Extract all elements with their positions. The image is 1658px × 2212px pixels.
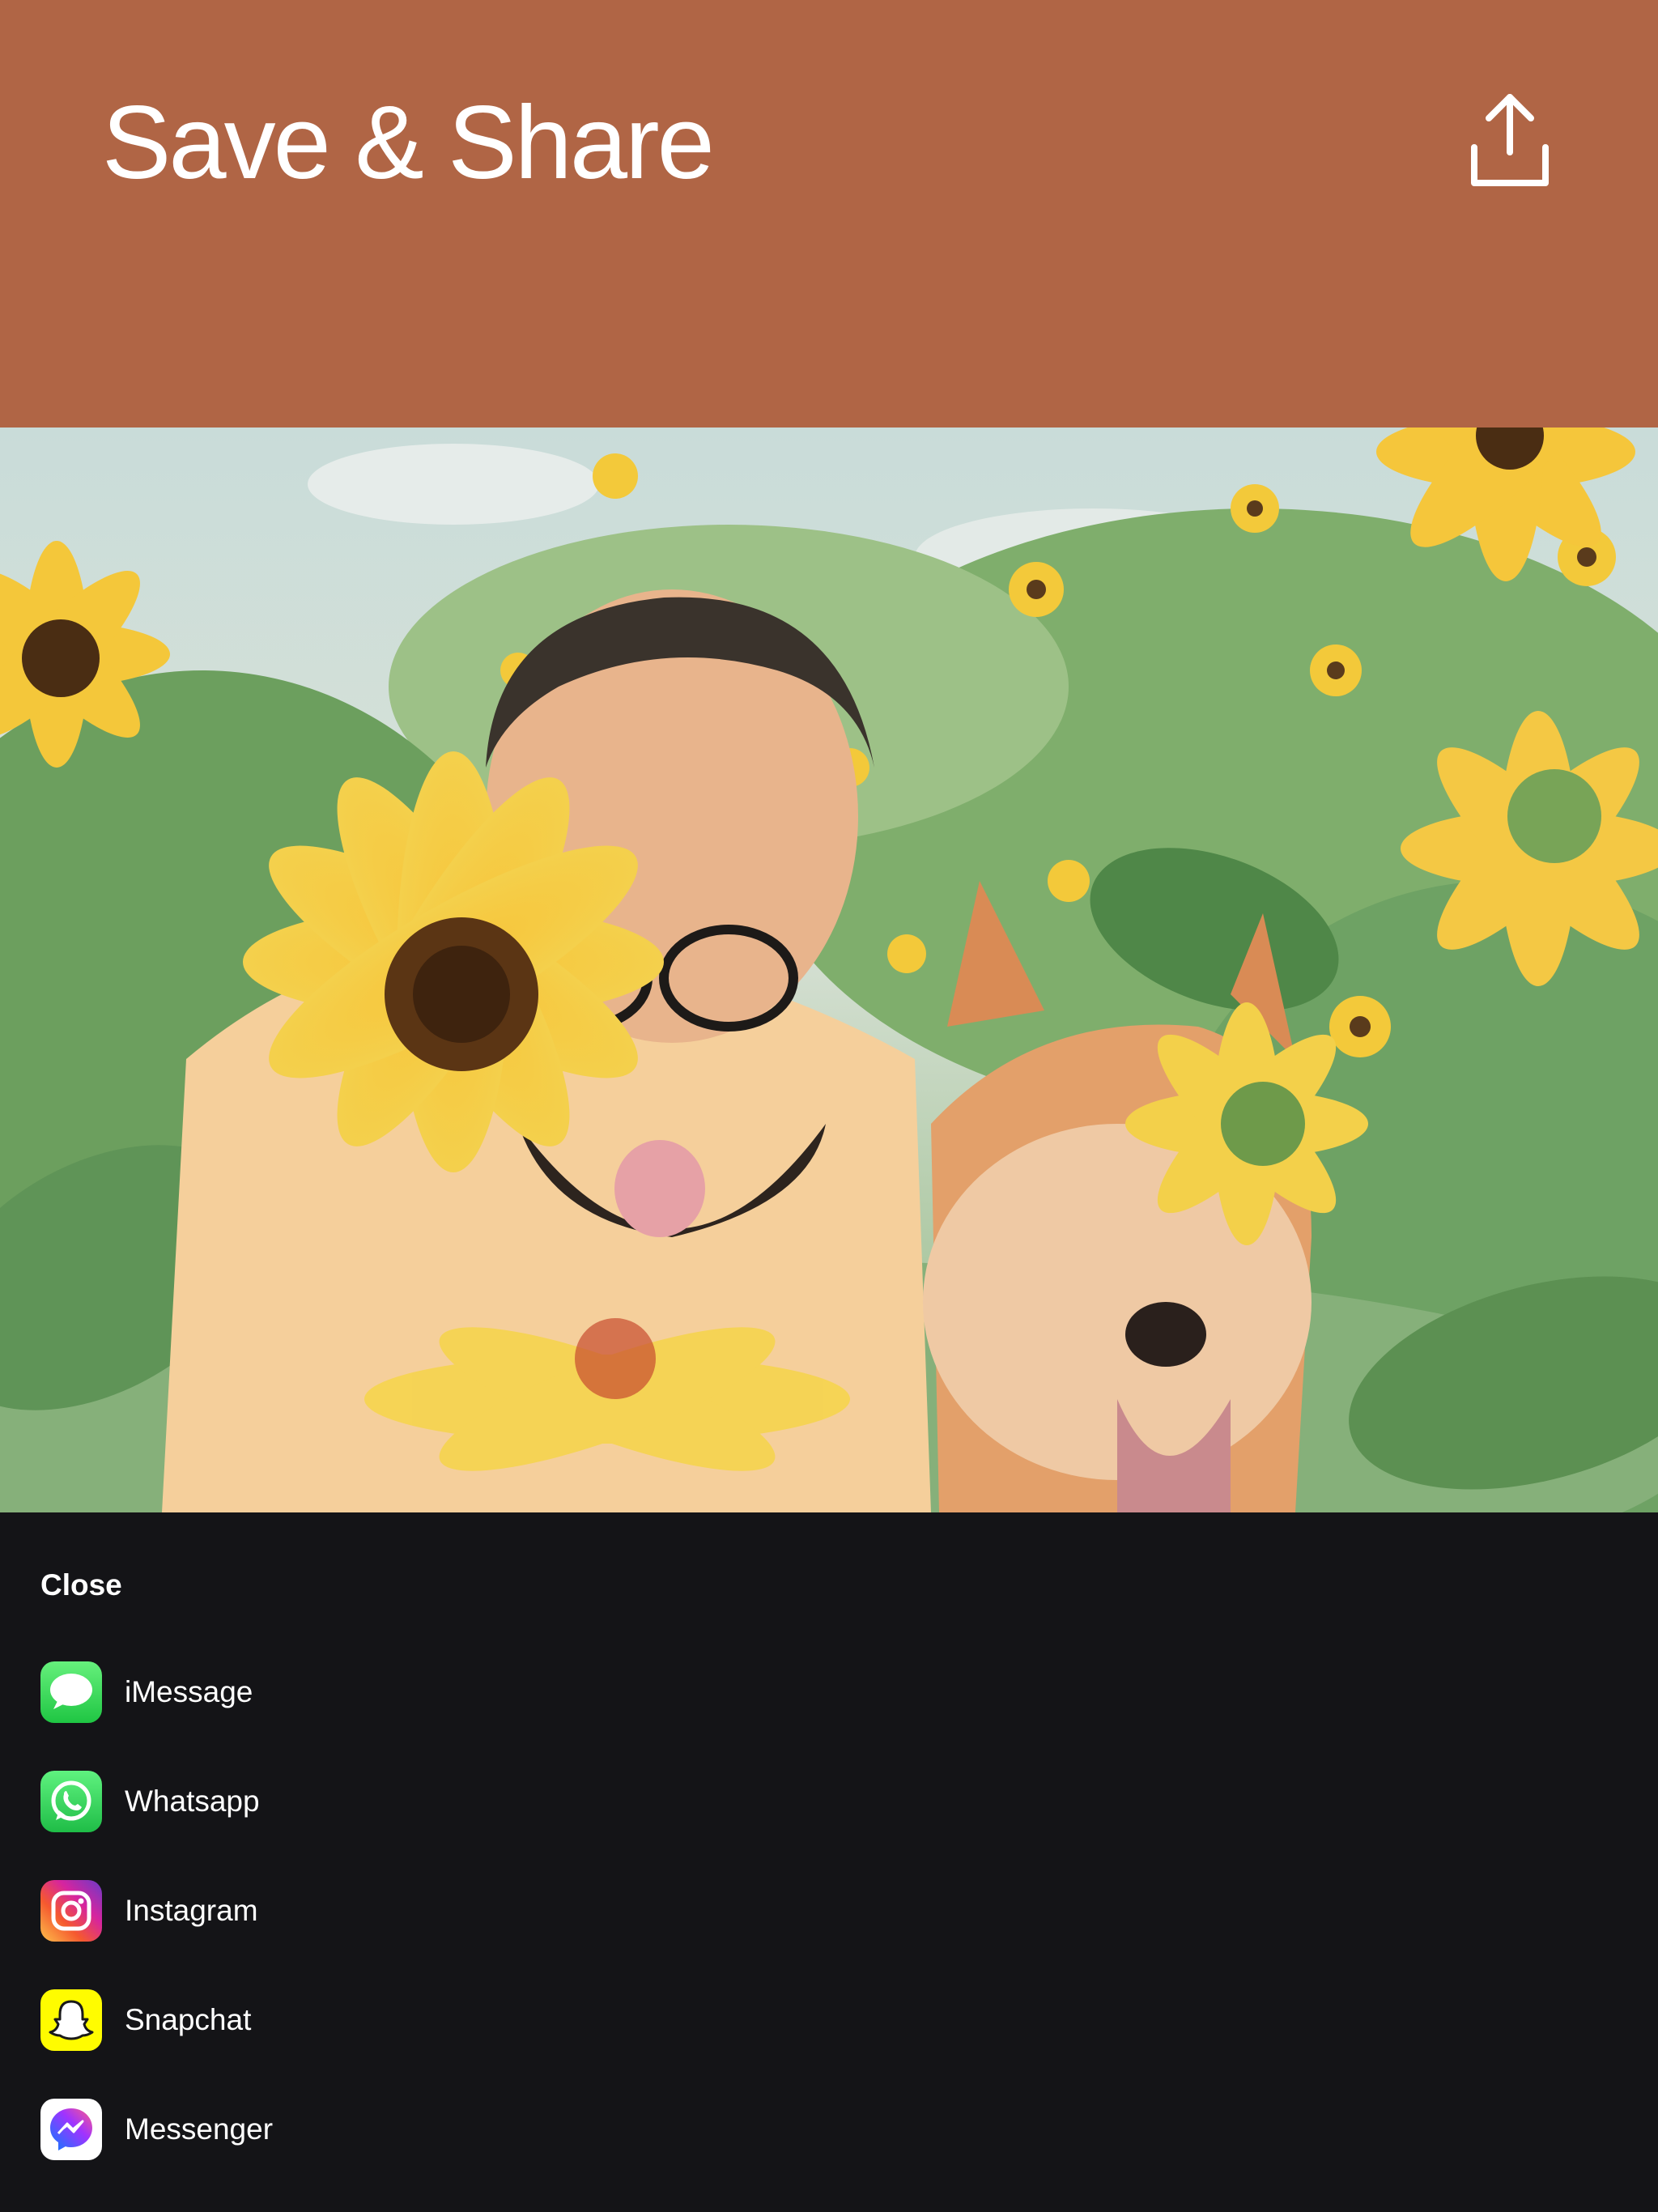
share-upload-icon bbox=[1471, 94, 1549, 186]
messenger-icon bbox=[40, 2099, 102, 2160]
share-option-snapchat[interactable]: Snapchat bbox=[40, 1989, 607, 2051]
share-option-imessage[interactable]: iMessage bbox=[40, 1661, 607, 1723]
close-button[interactable]: Close bbox=[40, 1568, 122, 1603]
share-option-label: Whatsapp bbox=[125, 1784, 260, 1818]
page-title: Save & Share bbox=[102, 85, 715, 201]
shared-photo bbox=[0, 428, 1658, 1512]
share-option-label: Messenger bbox=[125, 2112, 274, 2146]
instagram-icon bbox=[40, 1880, 102, 1942]
share-option-label: Instagram bbox=[125, 1894, 258, 1927]
share-option-label: iMessage bbox=[125, 1675, 253, 1708]
snapchat-icon bbox=[40, 1989, 102, 2051]
share-button[interactable] bbox=[1457, 87, 1562, 193]
imessage-icon bbox=[40, 1661, 102, 1723]
share-option-messenger[interactable]: Messenger bbox=[40, 2099, 607, 2160]
sunflower-photo-image bbox=[0, 428, 1658, 1512]
share-option-instagram[interactable]: Instagram bbox=[40, 1880, 607, 1942]
header-bar: Save & Share bbox=[0, 0, 1658, 428]
share-option-whatsapp[interactable]: Whatsapp bbox=[40, 1771, 607, 1832]
whatsapp-icon bbox=[40, 1771, 102, 1832]
share-option-label: Snapchat bbox=[125, 2003, 252, 2036]
